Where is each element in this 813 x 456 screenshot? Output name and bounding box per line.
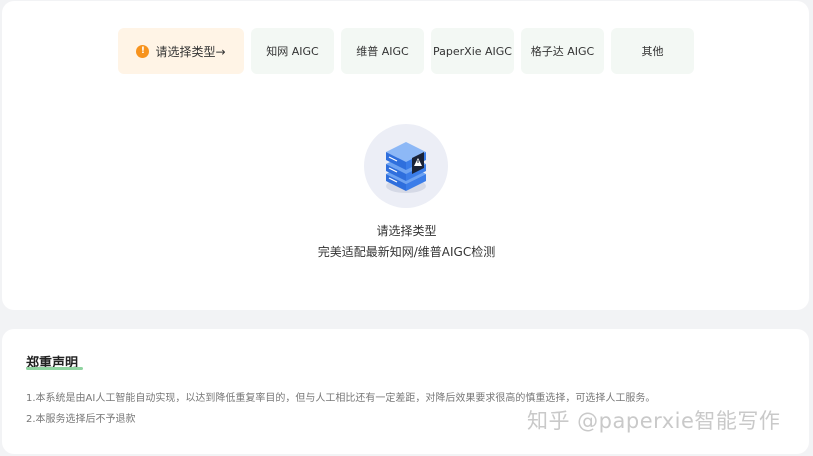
server-stack-icon: [386, 142, 426, 193]
tab-other[interactable]: 其他: [611, 28, 694, 74]
notice-line: 2.本服务选择后不予退款: [26, 414, 136, 425]
notice-title-underline: [26, 367, 83, 370]
tab-gezida-aigc[interactable]: 格子达 AIGC: [521, 28, 604, 74]
hero-subtitle: 完美适配最新知网/维普AIGC检测: [317, 245, 496, 259]
tab-cnki-aigc[interactable]: 知网 AIGC: [251, 28, 334, 74]
tab-vip-aigc[interactable]: 维普 AIGC: [341, 28, 424, 74]
tab-paperxie-aigc[interactable]: PaperXie AIGC: [431, 28, 514, 74]
select-type-prompt-label: 请选择类型→: [155, 44, 226, 59]
watermark: 知乎 @paperxie智能写作: [527, 409, 781, 433]
hero-illustration: [364, 124, 448, 208]
type-tabs: ! 请选择类型→ 知网 AIGC 维普 AIGC PaperXie AIGC 格…: [118, 28, 694, 74]
warning-icon: !: [136, 44, 150, 58]
notice-line: 1.本系统是由AI人工智能自动实现，以达到降低重复率目的，但与人工相比还有一定差…: [26, 393, 656, 404]
hero-title: 请选择类型: [376, 224, 437, 238]
select-type-prompt: ! 请选择类型→: [118, 28, 244, 74]
